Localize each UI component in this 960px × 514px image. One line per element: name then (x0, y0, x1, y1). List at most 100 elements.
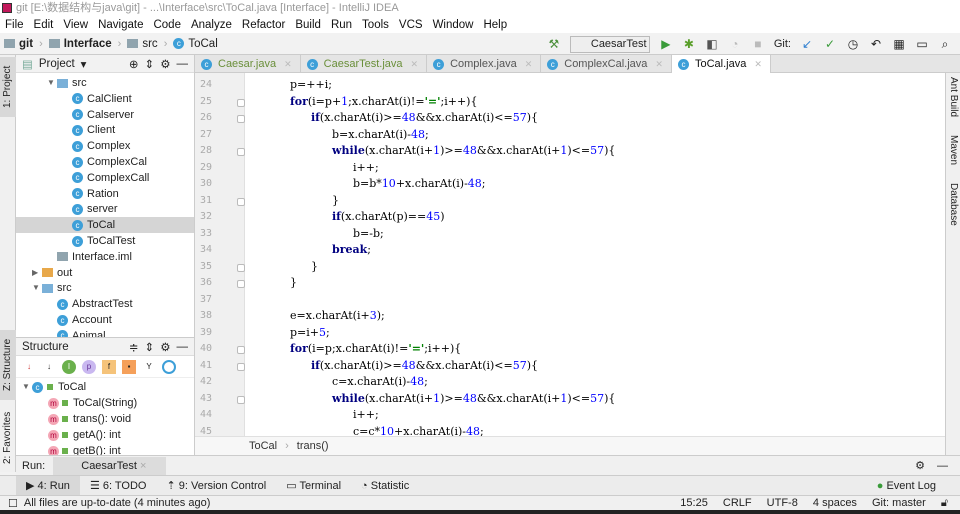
collapse-all-icon[interactable]: ⇕ (145, 340, 155, 354)
menu-run[interactable]: Run (326, 17, 357, 33)
file-encoding[interactable]: UTF-8 (767, 497, 798, 509)
bottom-tab--todo[interactable]: ☰ 6: TODO (80, 476, 157, 496)
fold-icon[interactable] (237, 197, 245, 206)
gear-icon[interactable]: ⚙ (160, 340, 170, 354)
fold-icon[interactable] (237, 280, 245, 288)
tree-item-out[interactable]: ▶ out (16, 265, 194, 281)
event-log-button[interactable]: ● Event Log (867, 476, 946, 496)
close-icon[interactable]: ✕ (655, 59, 663, 70)
close-icon[interactable]: ✕ (525, 59, 533, 70)
show-properties-icon[interactable]: p (82, 359, 96, 374)
fold-icon[interactable] (237, 362, 245, 371)
tree-item-calserver[interactable]: c Calserver (16, 107, 194, 123)
project-structure-icon[interactable]: ▦ (892, 37, 906, 51)
chevron-down-icon[interactable]: ▼ (32, 280, 42, 296)
locate-icon[interactable]: ⊕ (129, 57, 139, 71)
line-separator[interactable]: CRLF (723, 497, 752, 509)
hide-icon[interactable]: — (177, 58, 189, 70)
fold-icon[interactable] (237, 346, 245, 354)
show-fields-icon[interactable]: f (102, 359, 116, 374)
project-view-select[interactable]: Project (39, 58, 75, 70)
chevron-down-icon[interactable]: ▼ (47, 75, 57, 91)
anonymous-classes-icon[interactable] (162, 359, 176, 374)
tool-tab-ant-build[interactable]: Ant Build (946, 77, 960, 127)
tree-item-client[interactable]: c Client (16, 122, 194, 138)
code-editor[interactable]: 24 25 26 27 28 29 30 31 32 33 34 35 36 37 38 39 40 41 42 43… (195, 73, 945, 436)
history-icon[interactable]: ◷ (846, 37, 860, 51)
expand-all-icon[interactable]: ≑ (129, 340, 139, 354)
tab-complex-java[interactable]: c Complex.java ✕ (427, 55, 542, 73)
tab-tocal-java[interactable]: c ToCal.java ✕ (671, 55, 771, 73)
stop-icon[interactable]: ■ (751, 37, 765, 51)
git-branch[interactable]: Git: master (872, 497, 926, 509)
breadcrumb-item[interactable]: git (0, 38, 37, 50)
breadcrumb-item[interactable]: c ToCal (169, 38, 221, 50)
indent-setting[interactable]: 4 spaces (813, 497, 857, 509)
hide-icon[interactable]: — (177, 341, 189, 353)
structure-member[interactable]: m ToCal(String) (16, 395, 194, 411)
search-icon[interactable]: ⌕ (938, 37, 952, 51)
tree-item-complexcal[interactable]: c ComplexCal (16, 154, 194, 170)
run-tab-caesartest[interactable]: CaesarTest × (53, 456, 167, 475)
structure-member[interactable]: m trans(): void (16, 411, 194, 427)
tree-item-ration[interactable]: c Ration (16, 186, 194, 202)
menu-tools[interactable]: Tools (357, 17, 394, 33)
git-commit-icon[interactable]: ✓ (823, 37, 837, 51)
lock-icon[interactable]: 🔓︎ (941, 497, 948, 509)
sort-alpha-icon[interactable]: ↓ (22, 360, 36, 374)
bottom-tab--run[interactable]: ▶ 4: Run (16, 475, 80, 496)
menu-vcs[interactable]: VCS (394, 17, 428, 33)
tool-tab-database[interactable]: Database (946, 183, 960, 238)
profile-icon[interactable]: ◔ (728, 37, 742, 51)
show-inherited-icon[interactable]: I (62, 359, 76, 374)
structure-root[interactable]: ▼ c ToCal (16, 379, 194, 395)
tree-item-server[interactable]: c server (16, 201, 194, 217)
tool-tab-structure[interactable]: Z: Structure (0, 330, 16, 400)
tree-item-src[interactable]: ▼ src (16, 280, 194, 296)
menu-file[interactable]: File (0, 17, 29, 33)
menu-code[interactable]: Code (148, 17, 186, 33)
tree-item-complex[interactable]: c Complex (16, 138, 194, 154)
tool-tab-maven[interactable]: Maven (946, 135, 960, 175)
bottom-tab--version-control[interactable]: ⇡ 9: Version Control (156, 476, 276, 496)
menu-window[interactable]: Window (428, 17, 479, 33)
fold-icon[interactable] (237, 395, 245, 404)
structure-member[interactable]: m getA(): int (16, 427, 194, 443)
breadcrumb-class[interactable]: ToCal (249, 440, 277, 452)
collapse-all-icon[interactable]: ⇕ (145, 57, 155, 71)
hammer-icon[interactable]: ⚒ (547, 37, 561, 51)
close-icon[interactable]: ✕ (754, 59, 762, 70)
tree-item-tocaltest[interactable]: c ToCalTest (16, 233, 194, 249)
git-update-icon[interactable]: ↙ (800, 37, 814, 51)
caret-position[interactable]: 15:25 (680, 497, 708, 509)
fold-icon[interactable] (237, 115, 245, 123)
tree-item-complexcall[interactable]: c ComplexCall (16, 170, 194, 186)
menu-view[interactable]: View (58, 17, 93, 33)
menu-help[interactable]: Help (478, 17, 512, 33)
gear-icon[interactable]: ⚙ (915, 459, 925, 472)
breadcrumb-item[interactable]: Interface (45, 38, 116, 50)
chevron-right-icon[interactable]: ▶ (32, 265, 42, 281)
gear-icon[interactable]: ⚙ (160, 57, 170, 71)
tool-tab-favorites[interactable]: 2: Favorites (0, 405, 16, 470)
close-icon[interactable]: ✕ (284, 59, 292, 70)
tree-item-interface-iml[interactable]: Interface.iml (16, 249, 194, 265)
terminal-icon[interactable]: ▭ (915, 37, 929, 51)
debug-icon[interactable]: ✱ (682, 37, 696, 51)
fold-icon[interactable] (237, 263, 245, 272)
tree-item-src[interactable]: ▼ src (16, 75, 194, 91)
status-checkbox-icon[interactable]: ☐ (8, 497, 18, 510)
revert-icon[interactable]: ↶ (869, 37, 883, 51)
hide-icon[interactable]: — (937, 460, 948, 472)
menu-navigate[interactable]: Navigate (93, 17, 148, 33)
bottom-tab-statistic[interactable]: ◔ Statistic (351, 476, 419, 496)
menu-build[interactable]: Build (290, 17, 326, 33)
tree-item-calclient[interactable]: c CalClient (16, 91, 194, 107)
tree-item-abstracttest[interactable]: c AbstractTest (16, 296, 194, 312)
show-non-public-icon[interactable]: ▪ (122, 359, 136, 374)
breadcrumb-item[interactable]: src (123, 38, 161, 50)
tree-item-account[interactable]: c Account (16, 312, 194, 328)
sort-visibility-icon[interactable]: ↓ (42, 360, 56, 374)
fold-icon[interactable] (237, 98, 245, 107)
breadcrumb-method[interactable]: trans() (297, 440, 329, 452)
